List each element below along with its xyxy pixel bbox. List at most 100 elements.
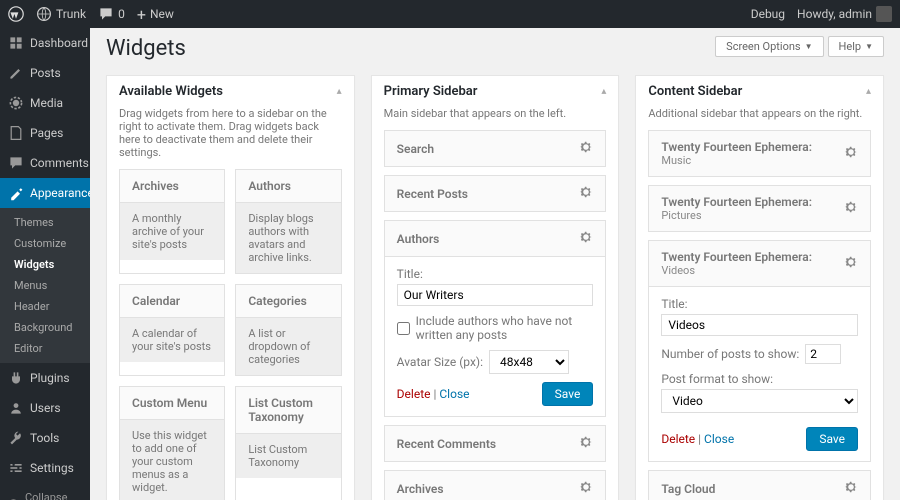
authors-title-input[interactable] [397,284,594,306]
widget-chip-title: Categories [236,285,340,318]
submenu-widgets[interactable]: Widgets [0,254,90,275]
submenu-header[interactable]: Header [0,296,90,317]
content-heading: Content Sidebar [648,84,742,99]
authors-delete-link[interactable]: Delete [397,387,431,401]
menu-media[interactable]: Media [0,88,90,118]
new-link[interactable]: +New [137,5,174,24]
sidebar-widget-header[interactable]: Recent Posts [385,176,606,211]
include-authors-label: Include authors who have not written any… [416,314,594,342]
available-intro: Drag widgets from here to a sidebar on t… [119,107,342,159]
screen-options-button[interactable]: Screen Options ▼ [715,36,823,57]
middle-column: Primary Sidebar ▴ Main sidebar that appe… [371,75,620,500]
gear-icon [844,200,858,217]
primary-header[interactable]: Primary Sidebar ▴ [372,76,619,107]
sidebar-widget: Search [384,130,607,167]
widget-chip-desc: A calendar of your site's posts [120,318,224,362]
widget-grid: ArchivesA monthly archive of your site's… [119,169,342,500]
format-label: Post format to show: [661,372,858,386]
content-desc: Additional sidebar that appears on the r… [648,107,871,120]
widget-chip-title: Archives [120,170,224,203]
available-heading: Available Widgets [119,84,223,99]
videos-title-label: Title: [661,297,858,311]
sidebar-widget-header[interactable]: Recent Comments [385,426,606,461]
widget-chip[interactable]: CategoriesA list or dropdown of categori… [235,284,341,376]
help-button[interactable]: Help ▼ [828,36,884,57]
widget-chip[interactable]: CalendarA calendar of your site's posts [119,284,225,376]
widget-title: Twenty Fourteen Ephemera: Pictures [661,195,844,222]
sidebar-widget-header[interactable]: Twenty Fourteen Ephemera: Music [649,131,870,176]
widget-chip-title: Calendar [120,285,224,318]
format-select[interactable]: Video [661,389,858,413]
sidebar-widget: Recent Comments [384,425,607,462]
authors-widget-header[interactable]: Authors [385,221,606,256]
videos-delete-link[interactable]: Delete [661,432,695,446]
submenu-customize[interactable]: Customize [0,233,90,254]
available-widgets-panel: Available Widgets ▴ Drag widgets from he… [106,75,355,500]
avatar-size-select[interactable]: 48x48 [489,350,569,374]
widget-chip-desc: List Custom Taxonomy [236,434,340,478]
submenu-background[interactable]: Background [0,317,90,338]
available-widgets-header[interactable]: Available Widgets ▴ [107,76,354,107]
avatar-size-label: Avatar Size (px): [397,355,483,369]
widget-title: Tag Cloud [661,482,715,496]
content-area: Widgets Screen Options ▼ Help ▼ Availabl… [90,28,900,500]
comments-link[interactable]: 0 [98,6,125,22]
menu-posts[interactable]: Posts [0,58,90,88]
gear-icon [844,255,858,272]
authors-actions: Delete | Close [397,387,470,401]
widget-title: Recent Comments [397,437,496,451]
wp-logo[interactable] [8,6,24,22]
submenu-menus[interactable]: Menus [0,275,90,296]
menu-plugins[interactable]: Plugins [0,363,90,393]
menu-dashboard[interactable]: Dashboard [0,28,90,58]
include-authors-checkbox[interactable] [397,322,410,335]
num-posts-input[interactable] [805,344,841,364]
menu-appearance[interactable]: Appearance [0,178,90,208]
gear-icon [579,185,593,202]
sidebar-widget: Archives [384,470,607,500]
howdy-link[interactable]: Howdy, admin [797,6,892,22]
submenu-themes[interactable]: Themes [0,212,90,233]
sidebar-widget-header[interactable]: Twenty Fourteen Ephemera: Pictures [649,186,870,231]
widget-chip-title: List Custom Taxonomy [236,387,340,434]
sidebar-widget: Tag Cloud [648,470,871,500]
chevron-up-icon: ▴ [601,86,606,97]
widget-chip[interactable]: List Custom TaxonomyList Custom Taxonomy [235,386,341,500]
menu-comments[interactable]: Comments [0,148,90,178]
primary-desc: Main sidebar that appears on the left. [384,107,607,120]
admin-bar: Trunk 0 +New Debug Howdy, admin [0,0,900,28]
debug-link[interactable]: Debug [751,7,785,21]
widget-chip[interactable]: Custom MenuUse this widget to add one of… [119,386,225,500]
sidebar-widget: Twenty Fourteen Ephemera: Music [648,130,871,177]
widget-chip[interactable]: AuthorsDisplay blogs authors with avatar… [235,169,341,274]
menu-users[interactable]: Users [0,393,90,423]
sidebar-widget-header[interactable]: Tag Cloud [649,471,870,500]
collapse-menu[interactable]: Collapse menu [0,483,90,500]
widget-title: Recent Posts [397,187,468,201]
sidebar-widget-header[interactable]: Search [385,131,606,166]
menu-settings[interactable]: Settings [0,453,90,483]
primary-sidebar-panel: Primary Sidebar ▴ Main sidebar that appe… [371,75,620,500]
videos-title-input[interactable] [661,314,858,336]
sidebar-widget-header[interactable]: Archives [385,471,606,500]
site-link[interactable]: Trunk [36,6,86,22]
widget-chip-desc: Display blogs authors with avatars and a… [236,203,340,273]
content-header[interactable]: Content Sidebar ▴ [636,76,883,107]
widget-chip[interactable]: ArchivesA monthly archive of your site's… [119,169,225,274]
widget-chip-title: Custom Menu [120,387,224,420]
videos-save-button[interactable]: Save [806,427,858,451]
authors-title-label: Title: [397,267,594,281]
content-sidebar-panel: Content Sidebar ▴ Additional sidebar tha… [635,75,884,500]
sidebar-widget: Recent Posts [384,175,607,212]
videos-widget-header[interactable]: Twenty Fourteen Ephemera: Videos [649,241,870,286]
menu-pages[interactable]: Pages [0,118,90,148]
primary-heading: Primary Sidebar [384,84,478,99]
widget-chip-desc: A monthly archive of your site's posts [120,203,224,260]
videos-close-link[interactable]: Close [704,432,734,446]
authors-save-button[interactable]: Save [542,382,594,406]
videos-actions: Delete | Close [661,432,734,446]
menu-tools[interactable]: Tools [0,423,90,453]
submenu-editor[interactable]: Editor [0,338,90,359]
widget-chip-desc: Use this widget to add one of your custo… [120,420,224,500]
authors-close-link[interactable]: Close [439,387,469,401]
